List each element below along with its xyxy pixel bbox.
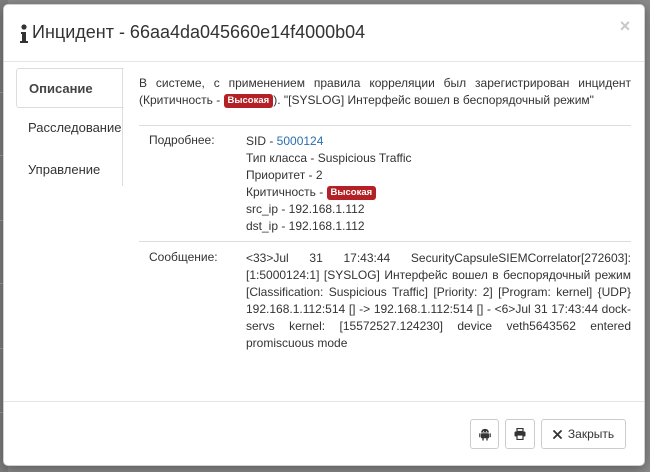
message-label: Сообщение: [149,250,218,264]
message-text: <33>Jul 31 17:43:44 SecurityCapsuleSIEMC… [246,251,631,350]
details-label: Подробнее: [149,133,215,147]
criticality-line: Критичность - Высокая [246,184,412,201]
criticality-prefix: Критичность - [246,185,324,199]
src-ip: src_ip - 192.168.1.112 [246,202,365,216]
intro-rule-text: ). "[SYSLOG] Интерфейс вошел в беспорядо… [273,93,594,107]
close-icon[interactable]: × [618,17,632,35]
incident-intro: В системе, с применением правила корреля… [139,75,631,109]
criticality-badge: Высокая [326,186,377,200]
close-button-label: Закрыть [567,427,615,441]
tab-description[interactable]: Описание [16,68,124,108]
class-type: Тип класса - Suspicious Traffic [246,151,412,165]
close-icon [552,429,562,439]
info-icon [19,21,29,45]
tab-nav: Описание Расследование Управление [16,68,124,192]
android-icon [478,428,491,441]
priority: Приоритет - 2 [246,168,323,182]
print-icon [514,428,526,440]
sid-link[interactable]: 5000124 [277,134,324,148]
sid-line: SID - 5000124 [246,133,412,150]
tab-divider [122,68,123,186]
details-list: SID - 5000124 Тип класса - Suspicious Tr… [246,133,412,235]
severity-badge: Высокая [223,94,274,108]
divider [139,241,631,242]
tab-investigation[interactable]: Расследование [16,108,124,150]
modal-footer-divider [4,401,644,402]
dst-ip: dst_ip - 192.168.1.112 [246,219,365,233]
tab-management[interactable]: Управление [16,150,124,192]
incident-modal: Инцидент - 66aa4da045660e14f4000b04 × Оп… [3,4,645,466]
description-panel: В системе, с применением правила корреля… [139,75,631,350]
android-button[interactable] [470,419,499,449]
divider [139,125,631,126]
close-button[interactable]: Закрыть [541,419,626,449]
modal-title: Инцидент - 66aa4da045660e14f4000b04 [32,22,366,42]
modal-header: Инцидент - 66aa4da045660e14f4000b04 × [4,5,644,62]
print-button[interactable] [505,419,535,449]
sid-prefix: SID - [246,134,277,148]
